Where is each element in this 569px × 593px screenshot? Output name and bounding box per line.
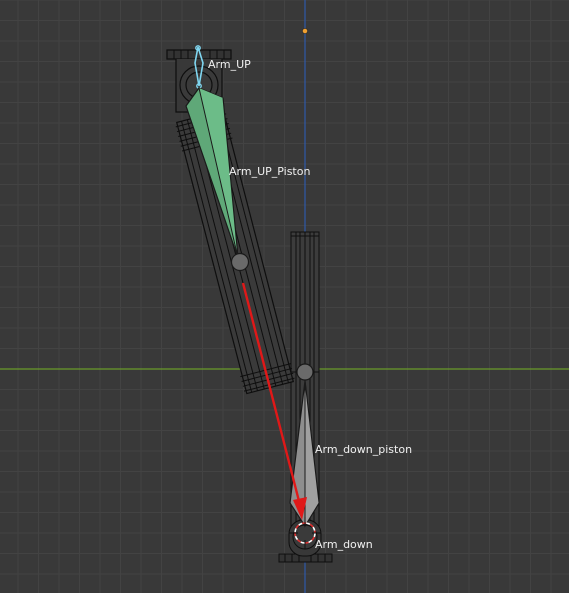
object-origin-marker[interactable]	[302, 28, 308, 34]
arm-down-piston-label: Arm_down_piston	[315, 443, 412, 456]
arm-down-label: Arm_down	[315, 538, 373, 551]
arm-up-label: Arm_UP	[208, 58, 251, 71]
3d-viewport[interactable]: Arm_UP Arm_UP_Piston Arm_down_piston Arm…	[0, 0, 569, 593]
arm-up-piston-label: Arm_UP_Piston	[229, 165, 310, 178]
